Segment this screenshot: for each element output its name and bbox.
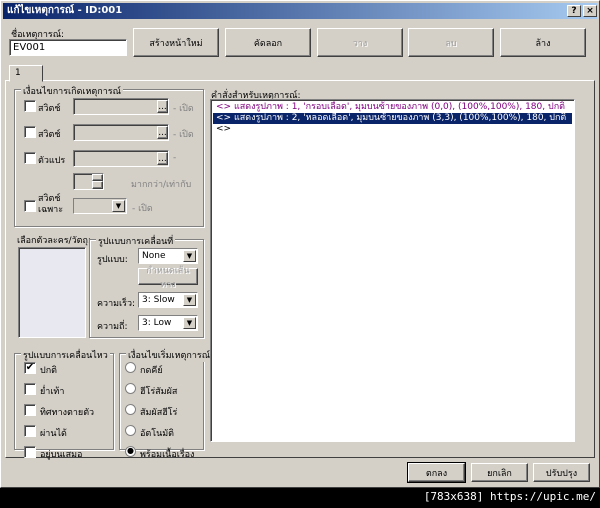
move-speed-label: ความเร็ว:: [97, 299, 136, 309]
move-speed-select[interactable]: 3: Slow ▼: [138, 292, 198, 308]
conditions-title: เงื่อนไขการเกิดเหตุการณ์: [21, 84, 123, 98]
self-switch-on-label: - เปิด: [132, 204, 153, 214]
option-label: ย่ำเท้า: [40, 387, 65, 397]
window-title: แก้ไขเหตุการณ์ - ID:001: [7, 5, 123, 16]
event-name-input[interactable]: EV001: [9, 39, 127, 56]
option-checkbox[interactable]: ✔: [24, 362, 36, 374]
move-freq-value: 3: Low: [142, 318, 172, 328]
options-title: รูปแบบการเคลื่อนไหว: [21, 348, 110, 362]
command-line[interactable]: <>: [213, 124, 572, 135]
close-button[interactable]: ×: [583, 5, 597, 17]
chevron-down-icon: ▼: [183, 317, 196, 329]
self-switch-label: สวิตช์ เฉพาะ: [38, 194, 64, 215]
gte-label: มากกว่า/เท่ากับ: [131, 180, 192, 190]
switch2-on-label: - เปิด: [173, 130, 194, 140]
option-checkbox[interactable]: [24, 446, 36, 458]
movement-title: รูปแบบการเคลื่อนที่: [96, 234, 176, 248]
chevron-down-icon: ▼: [112, 200, 125, 212]
switch1-field: [73, 98, 169, 115]
switch1-label: สวิตช์: [38, 104, 61, 114]
trigger-title: เงื่อนไขเริ่มเหตุการณ์: [126, 348, 213, 362]
cancel-button[interactable]: ยกเลิก: [471, 463, 528, 482]
title-bar: แก้ไขเหตุการณ์ - ID:001: [3, 3, 597, 19]
new-page-button[interactable]: สร้างหน้าใหม่: [133, 28, 219, 57]
delete-page-button[interactable]: ลบ: [408, 28, 494, 57]
trigger-radio[interactable]: ●: [125, 446, 136, 457]
switch1-browse-button[interactable]: ...: [157, 100, 168, 113]
trigger-radio[interactable]: [125, 383, 136, 394]
variable-field: [73, 150, 169, 167]
switch2-label: สวิตช์: [38, 130, 61, 140]
switch2-field: [73, 124, 169, 141]
variable-checkbox[interactable]: [24, 152, 36, 164]
move-route-button[interactable]: กำหนดเส้นทาง: [138, 266, 198, 290]
switch2-browse-button[interactable]: ...: [157, 126, 168, 139]
trigger-label: อัตโนมัติ: [140, 429, 175, 439]
help-button[interactable]: ?: [567, 5, 581, 17]
commands-list[interactable]: <> แสดงรูปภาพ : 1, 'กรอบเลือด', มุมบนซ้า…: [210, 99, 575, 442]
tab-page-1[interactable]: 1: [9, 65, 43, 82]
switch2-checkbox[interactable]: [24, 126, 36, 138]
spinner-down-button[interactable]: [92, 181, 103, 189]
trigger-label: พร้อมเนื้อเรื่อง: [140, 450, 195, 460]
option-label: ปกติ: [40, 366, 58, 376]
option-label: อยู่บนเสมอ: [40, 450, 83, 460]
trigger-label: ฮีโร่สัมผัส: [140, 387, 178, 397]
move-type-value: None: [142, 251, 166, 261]
option-checkbox[interactable]: [24, 383, 36, 395]
variable-label: ตัวแปร: [38, 156, 66, 166]
variable-browse-button[interactable]: ...: [157, 152, 168, 165]
command-line[interactable]: <> แสดงรูปภาพ : 1, 'กรอบเลือด', มุมบนซ้า…: [213, 102, 572, 113]
move-freq-label: ความถี่:: [97, 322, 128, 332]
option-label: ผ่านได้: [40, 429, 67, 439]
switch1-on-label: - เปิด: [173, 104, 194, 114]
trigger-label: สัมผัสฮีโร่: [140, 408, 178, 418]
move-type-label: รูปแบบ:: [97, 255, 128, 265]
copy-page-button[interactable]: คัดลอก: [225, 28, 311, 57]
event-editor-window: แก้ไขเหตุการณ์ - ID:001 ? × ชื่อเหตุการณ…: [0, 0, 600, 488]
self-switch-checkbox[interactable]: [24, 200, 36, 212]
trigger-radio[interactable]: [125, 425, 136, 436]
chevron-down-icon: ▼: [183, 294, 196, 306]
chevron-down-icon: ▼: [183, 250, 196, 262]
move-speed-value: 3: Slow: [142, 295, 175, 305]
option-checkbox[interactable]: [24, 404, 36, 416]
move-freq-select[interactable]: 3: Low ▼: [138, 315, 198, 331]
graphic-preview[interactable]: [18, 247, 86, 338]
spinner-up-button[interactable]: [92, 174, 103, 181]
variable-dash: -: [173, 153, 177, 163]
watermark: [783x638] https://upic.me/: [423, 490, 596, 503]
ok-button[interactable]: ตกลง: [407, 462, 466, 483]
command-line[interactable]: <> แสดงรูปภาพ : 2, 'หลอดเลือด', มุมบนซ้า…: [213, 113, 572, 124]
trigger-radio[interactable]: [125, 404, 136, 415]
apply-button[interactable]: ปรับปรุง: [533, 463, 590, 482]
graphic-label: เลือกตัวละคร/วัตถุ:: [17, 236, 91, 246]
self-switch-select[interactable]: ▼: [73, 198, 127, 214]
paste-page-button[interactable]: วาง: [317, 28, 403, 57]
option-checkbox[interactable]: [24, 425, 36, 437]
option-label: ทิศทางตายตัว: [40, 408, 95, 418]
clear-page-button[interactable]: ล้าง: [500, 28, 586, 57]
switch1-checkbox[interactable]: [24, 100, 36, 112]
trigger-radio[interactable]: [125, 362, 136, 373]
trigger-label: กดคีย์: [140, 366, 163, 376]
